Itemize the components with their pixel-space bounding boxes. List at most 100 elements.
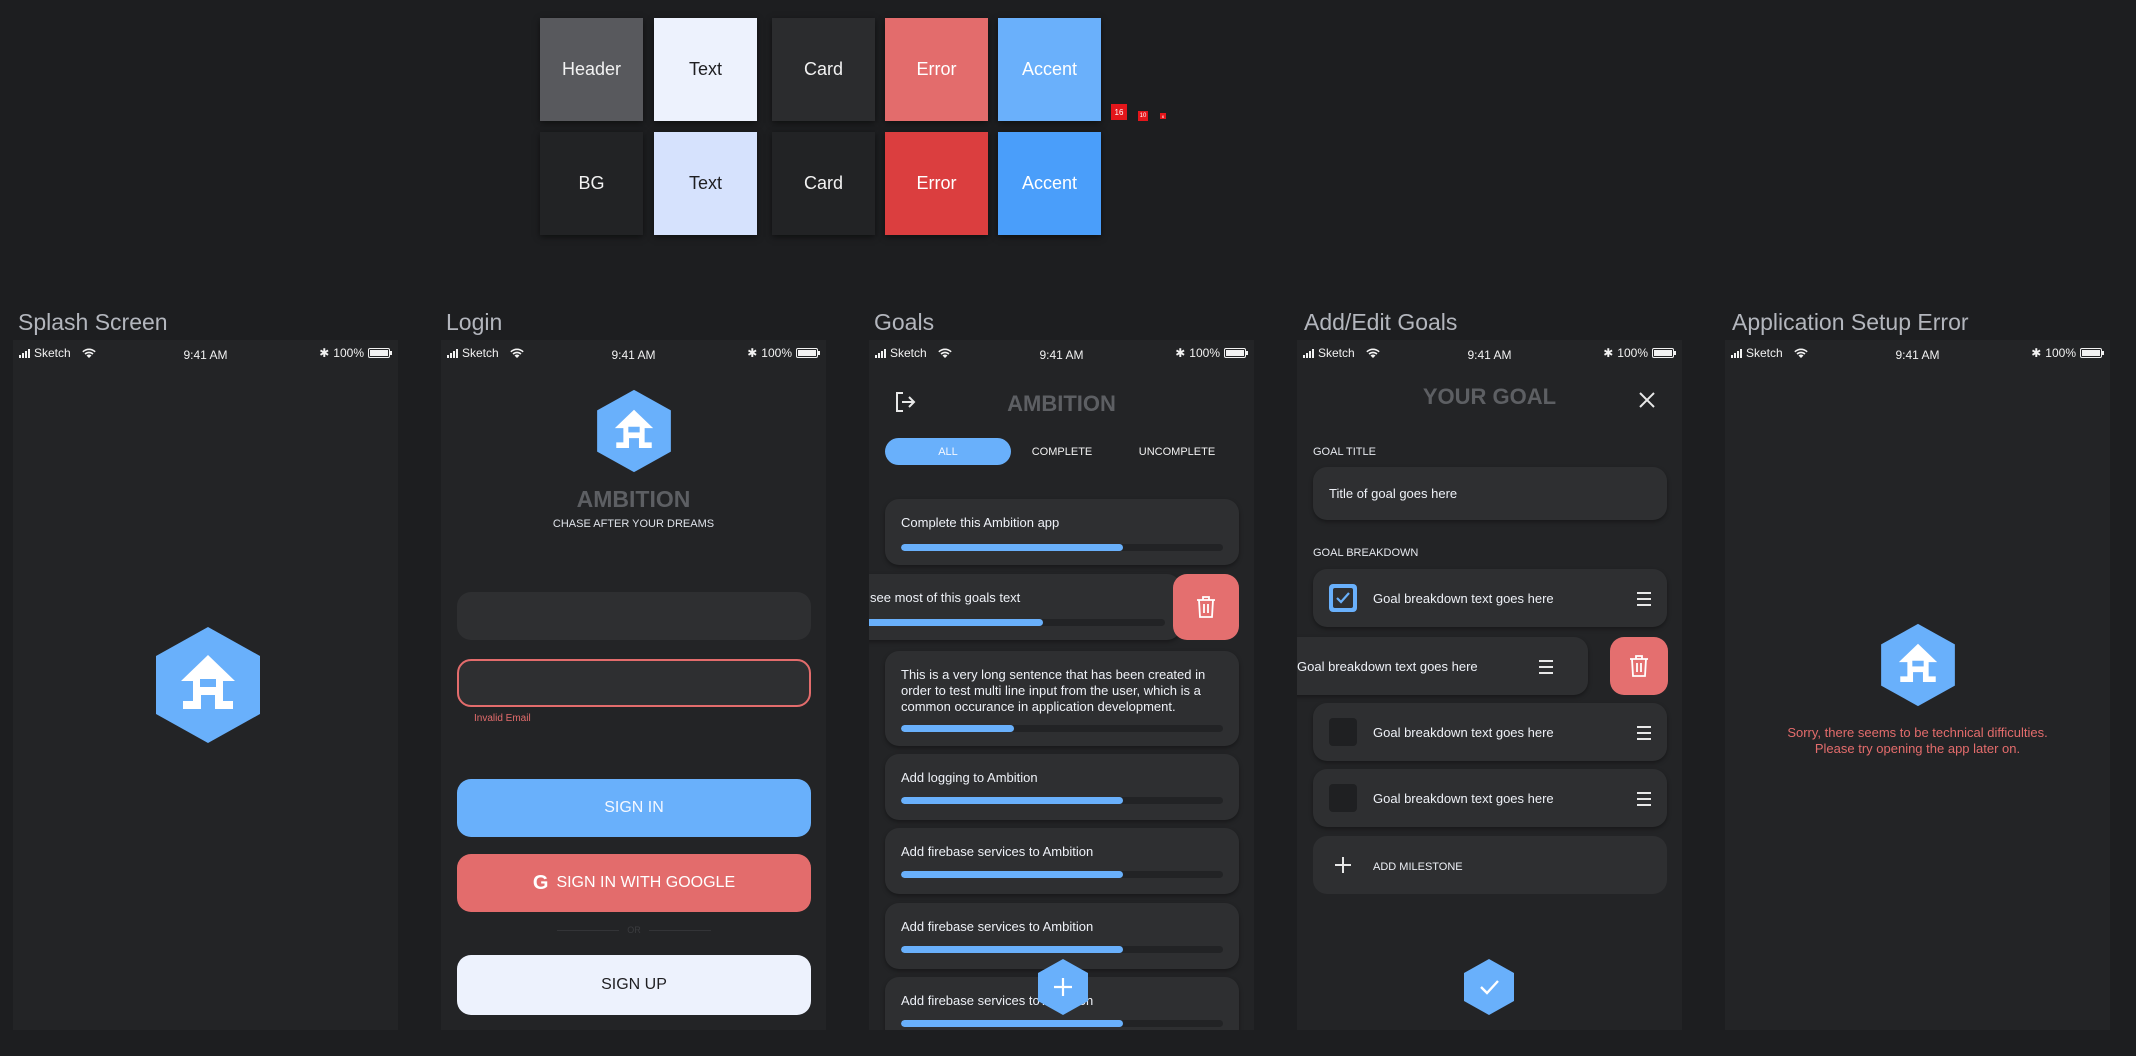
breakdown-item[interactable]: Goal breakdown text goes here bbox=[1313, 769, 1667, 827]
swatch-accent-secondary: Accent bbox=[998, 132, 1101, 235]
page-title: YOUR GOAL bbox=[1422, 384, 1557, 409]
tagline: CHASE AFTER YOUR DREAMS bbox=[552, 518, 715, 530]
delete-milestone-button[interactable] bbox=[1610, 637, 1668, 695]
password-field[interactable] bbox=[457, 659, 811, 707]
swatch-card-secondary: Card bbox=[772, 132, 875, 235]
checkbox[interactable] bbox=[1329, 718, 1357, 746]
tab-complete[interactable]: COMPLETE bbox=[999, 438, 1125, 465]
error-message: Sorry, there seems to be technical diffi… bbox=[1787, 725, 2048, 756]
status-bar: Sketch 9:41 AM ✱ 100% bbox=[13, 340, 398, 366]
battery-icon bbox=[368, 348, 392, 358]
progress-bar bbox=[901, 544, 1223, 551]
error-message: Invalid Email bbox=[474, 713, 531, 724]
spacing-tick-16: 16 bbox=[1111, 104, 1127, 120]
sign-in-button[interactable]: SIGN IN bbox=[457, 779, 811, 837]
battery-icon bbox=[1224, 348, 1248, 358]
goal-card[interactable]: Complete this Ambition app bbox=[885, 499, 1239, 565]
swatch-text: Text bbox=[654, 18, 757, 121]
progress-fill bbox=[901, 797, 1124, 804]
battery-icon bbox=[2080, 348, 2104, 358]
goal-card[interactable]: This is a very long sentence that has be… bbox=[885, 651, 1239, 746]
drag-handle-icon[interactable] bbox=[1637, 592, 1651, 610]
status-bar: Sketch 9:41 AM ✱ 100% bbox=[441, 340, 826, 366]
swatch-error: Error bbox=[885, 18, 988, 121]
trash-icon bbox=[1630, 655, 1648, 677]
login-screen: Sketch 9:41 AM ✱ 100% AMBITION CHASE AFTE… bbox=[441, 340, 826, 1030]
goal-breakdown-label: GOAL BREAKDOWN bbox=[1313, 547, 1419, 559]
status-bar: Sketch 9:41 AM ✱ 100% bbox=[869, 340, 1254, 366]
or-divider: OR bbox=[557, 925, 711, 935]
breakdown-item[interactable]: Goal breakdown text goes here bbox=[1313, 569, 1667, 627]
trash-icon bbox=[1197, 596, 1215, 618]
progress-fill bbox=[901, 725, 1014, 732]
add-goal-button[interactable] bbox=[1037, 958, 1089, 1016]
app-logo-icon bbox=[1881, 623, 1955, 707]
spacing-tick-10: 10 bbox=[1138, 111, 1148, 121]
swatch-card: Card bbox=[772, 18, 875, 121]
app-name: AMBITION bbox=[576, 486, 691, 512]
progress-fill bbox=[901, 1020, 1124, 1027]
save-goal-button[interactable] bbox=[1463, 958, 1515, 1016]
drag-handle-icon[interactable] bbox=[1539, 660, 1553, 678]
progress-bar bbox=[901, 946, 1223, 953]
bluetooth-icon: ✱ bbox=[1175, 346, 1186, 360]
delete-goal-button[interactable] bbox=[1173, 574, 1239, 640]
goal-title-input[interactable]: Title of goal goes here bbox=[1313, 467, 1667, 520]
progress-bar bbox=[901, 1020, 1223, 1027]
progress-bar bbox=[901, 871, 1223, 878]
check-icon bbox=[1333, 588, 1353, 608]
progress-fill bbox=[901, 871, 1124, 878]
goal-title-label: GOAL TITLE bbox=[1313, 446, 1376, 458]
goal-card-swiped[interactable]: see most of this goals text bbox=[869, 574, 1181, 640]
plus-icon bbox=[1335, 857, 1351, 873]
breakdown-item-swiped[interactable]: Goal breakdown text goes here bbox=[1297, 637, 1588, 695]
status-bar: Sketch 9:41 AM ✱ 100% bbox=[1297, 340, 1682, 366]
google-icon: G bbox=[532, 871, 549, 894]
swatch-header: Header bbox=[540, 18, 643, 121]
swatch-accent: Accent bbox=[998, 18, 1101, 121]
status-bar: Sketch 9:41 AM ✱ 100% bbox=[1725, 340, 2110, 366]
app-logo-icon bbox=[156, 627, 260, 743]
tab-all[interactable]: ALL bbox=[885, 438, 1011, 465]
swatch-error-secondary: Error bbox=[885, 132, 988, 235]
battery-icon bbox=[796, 348, 820, 358]
drag-handle-icon[interactable] bbox=[1637, 792, 1651, 810]
battery-icon bbox=[1652, 348, 1676, 358]
bluetooth-icon: ✱ bbox=[319, 346, 330, 360]
checkbox-checked[interactable] bbox=[1329, 584, 1357, 612]
app-logo-icon bbox=[597, 389, 671, 473]
progress-fill bbox=[869, 619, 1043, 626]
board-title-splash: Splash Screen bbox=[18, 309, 168, 335]
bluetooth-icon: ✱ bbox=[1603, 346, 1614, 360]
splash-screen: Sketch 9:41 AM ✱ 100% bbox=[13, 340, 398, 1030]
swatch-bg: BG bbox=[540, 132, 643, 235]
swatch-text-secondary: Text bbox=[654, 132, 757, 235]
close-icon[interactable] bbox=[1638, 391, 1656, 409]
edit-goal-screen: Sketch 9:41 AM ✱ 100% YOUR GOAL GOAL TITL… bbox=[1297, 340, 1682, 1030]
board-title-login: Login bbox=[446, 309, 503, 335]
page-title: AMBITION bbox=[1007, 391, 1116, 416]
bluetooth-icon: ✱ bbox=[747, 346, 758, 360]
progress-bar bbox=[901, 797, 1223, 804]
breakdown-item[interactable]: Goal breakdown text goes here bbox=[1313, 703, 1667, 761]
drag-handle-icon[interactable] bbox=[1637, 726, 1651, 744]
spacing-tick-6: 6 bbox=[1160, 113, 1166, 119]
sign-up-button[interactable]: SIGN UP bbox=[457, 955, 811, 1015]
setup-error-screen: Sketch 9:41 AM ✱ 100% Sorry, there seems … bbox=[1725, 340, 2110, 1030]
add-milestone-button[interactable]: ADD MILESTONE bbox=[1313, 836, 1667, 894]
email-field[interactable] bbox=[457, 592, 811, 640]
goal-card[interactable]: Add firebase services to Ambition bbox=[885, 828, 1239, 894]
progress-fill bbox=[901, 544, 1124, 551]
tab-uncomplete[interactable]: UNCOMPLETE bbox=[1114, 438, 1240, 465]
board-title-edit: Add/Edit Goals bbox=[1304, 309, 1458, 335]
progress-bar bbox=[869, 619, 1165, 626]
progress-bar bbox=[901, 725, 1223, 732]
google-sign-in-button[interactable]: G SIGN IN WITH GOOGLE bbox=[457, 854, 811, 912]
checkbox[interactable] bbox=[1329, 784, 1357, 812]
board-title-setup-error: Application Setup Error bbox=[1732, 309, 1969, 335]
board-title-goals: Goals bbox=[874, 309, 935, 335]
progress-fill bbox=[901, 946, 1124, 953]
goals-screen: Sketch 9:41 AM ✱ 100% AMBITION ALL COMPLE… bbox=[869, 340, 1254, 1030]
goal-card[interactable]: Add logging to Ambition bbox=[885, 754, 1239, 820]
bluetooth-icon: ✱ bbox=[2031, 346, 2042, 360]
